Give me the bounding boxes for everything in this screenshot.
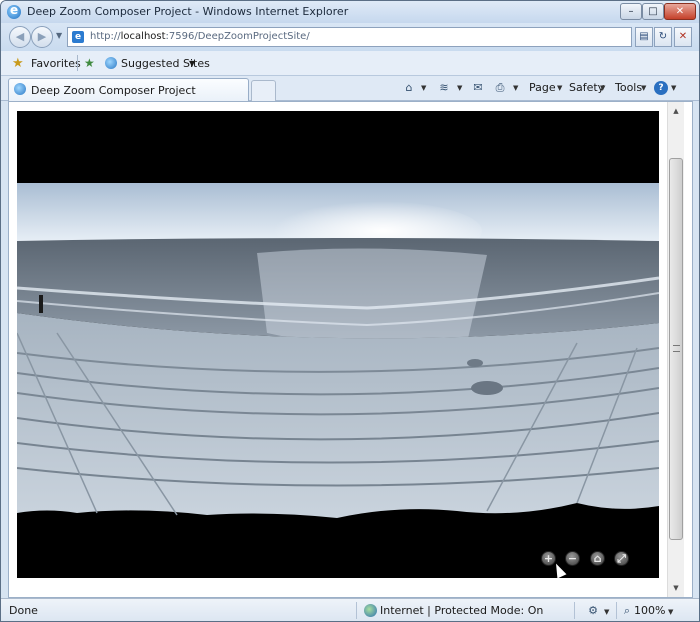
add-to-favorites-icon[interactable]: ★	[84, 56, 95, 70]
protected-mode-icon[interactable]: ⚙	[586, 604, 600, 618]
deep-zoom-viewer[interactable]: + − ⌂ ⤢	[17, 111, 659, 578]
tab-deep-zoom-composer-project[interactable]: Deep Zoom Composer Project	[8, 78, 249, 101]
zoom-level[interactable]: 100%	[634, 604, 665, 617]
address-input[interactable]: e http://localhost:7596/DeepZoomProjectS…	[67, 27, 632, 47]
full-screen-button[interactable]: ⤢	[614, 551, 629, 566]
suggested-sites-button[interactable]: Suggested Sites	[121, 57, 210, 70]
page-icon: e	[72, 31, 84, 43]
page-content: + − ⌂ ⤢ ▲ ▼	[8, 101, 693, 598]
stop-icon[interactable]: ✕	[674, 27, 692, 47]
zoom-out-button[interactable]: −	[565, 551, 580, 566]
print-dropdown-icon[interactable]: ▼	[513, 84, 518, 92]
tab-bar: Deep Zoom Composer Project ⌂ ▼ ≋ ▼ ✉ ⎙ ▼…	[1, 76, 699, 101]
security-zone-text[interactable]: Internet | Protected Mode: On	[380, 604, 543, 617]
new-tab-button[interactable]	[251, 80, 276, 101]
help-icon[interactable]: ?	[654, 81, 668, 95]
favorites-bar: ★ Favorites ★ Suggested Sites ▼	[1, 51, 699, 76]
favorites-divider	[77, 55, 78, 71]
help-dropdown-icon[interactable]: ▼	[671, 84, 676, 92]
feeds-dropdown-icon[interactable]: ▼	[457, 84, 462, 92]
navigation-bar: ◀ ▶ ▼ e http://localhost:7596/DeepZoomPr…	[1, 23, 699, 51]
suggested-sites-dropdown-icon[interactable]: ▼	[189, 59, 195, 68]
safety-menu-dropdown-icon[interactable]: ▼	[600, 84, 605, 92]
title-bar: Deep Zoom Composer Project - Windows Int…	[1, 1, 699, 23]
home-icon[interactable]: ⌂	[402, 81, 416, 95]
tools-menu-dropdown-icon[interactable]: ▼	[641, 84, 646, 92]
scroll-up-icon[interactable]: ▲	[670, 104, 682, 118]
favorites-button[interactable]: Favorites	[31, 57, 81, 70]
status-divider	[574, 602, 575, 619]
scrollbar-thumb[interactable]	[669, 158, 683, 540]
recent-pages-dropdown-icon[interactable]: ▼	[56, 31, 62, 40]
beach-panorama-image[interactable]	[17, 183, 659, 528]
safety-menu[interactable]: Safety	[569, 81, 604, 94]
internet-zone-globe-icon	[364, 604, 377, 617]
zoom-magnifier-icon[interactable]: ⌕	[620, 604, 634, 618]
page-menu-dropdown-icon[interactable]: ▼	[557, 84, 562, 92]
status-bar: Done Internet | Protected Mode: On ⚙ ▼ ⌕…	[1, 598, 699, 621]
forward-button[interactable]: ▶	[31, 26, 53, 48]
refresh-icon[interactable]: ↻	[654, 27, 672, 47]
suggested-sites-icon	[105, 57, 117, 69]
close-button[interactable]: ✕	[664, 3, 696, 20]
maximize-button[interactable]: □	[642, 3, 664, 20]
page-menu[interactable]: Page	[529, 81, 556, 94]
url-host: localhost	[120, 31, 166, 42]
minimize-button[interactable]: –	[620, 3, 642, 20]
home-view-button[interactable]: ⌂	[590, 551, 605, 566]
url-path: :7596/DeepZoomProjectSite/	[165, 31, 310, 42]
scrollbar-grip-icon	[673, 345, 680, 352]
tools-menu[interactable]: Tools	[615, 81, 642, 94]
internet-explorer-icon	[7, 3, 21, 19]
window-title: Deep Zoom Composer Project - Windows Int…	[27, 5, 349, 18]
zoom-dropdown-icon[interactable]: ▼	[668, 608, 673, 616]
back-button[interactable]: ◀	[9, 26, 31, 48]
home-dropdown-icon[interactable]: ▼	[421, 84, 426, 92]
url-prefix: http://	[90, 31, 121, 42]
address-url[interactable]: http://localhost:7596/DeepZoomProjectSit…	[90, 31, 310, 42]
feeds-icon[interactable]: ≋	[437, 81, 451, 95]
read-mail-icon[interactable]: ✉	[471, 81, 485, 95]
favorites-star-icon[interactable]: ★	[12, 56, 24, 71]
mouse-cursor-icon	[551, 561, 567, 578]
tab-label: Deep Zoom Composer Project	[31, 84, 196, 97]
browser-window: Deep Zoom Composer Project - Windows Int…	[0, 0, 700, 622]
status-text: Done	[9, 604, 38, 617]
vertical-scrollbar[interactable]: ▲ ▼	[667, 102, 684, 597]
scroll-down-icon[interactable]: ▼	[670, 581, 682, 595]
compatibility-view-icon[interactable]: ▤	[635, 27, 653, 47]
protected-mode-dropdown-icon[interactable]: ▼	[604, 608, 609, 616]
print-icon[interactable]: ⎙	[493, 81, 507, 95]
status-divider	[616, 602, 617, 619]
tab-page-icon	[14, 83, 26, 95]
status-divider	[356, 602, 357, 619]
